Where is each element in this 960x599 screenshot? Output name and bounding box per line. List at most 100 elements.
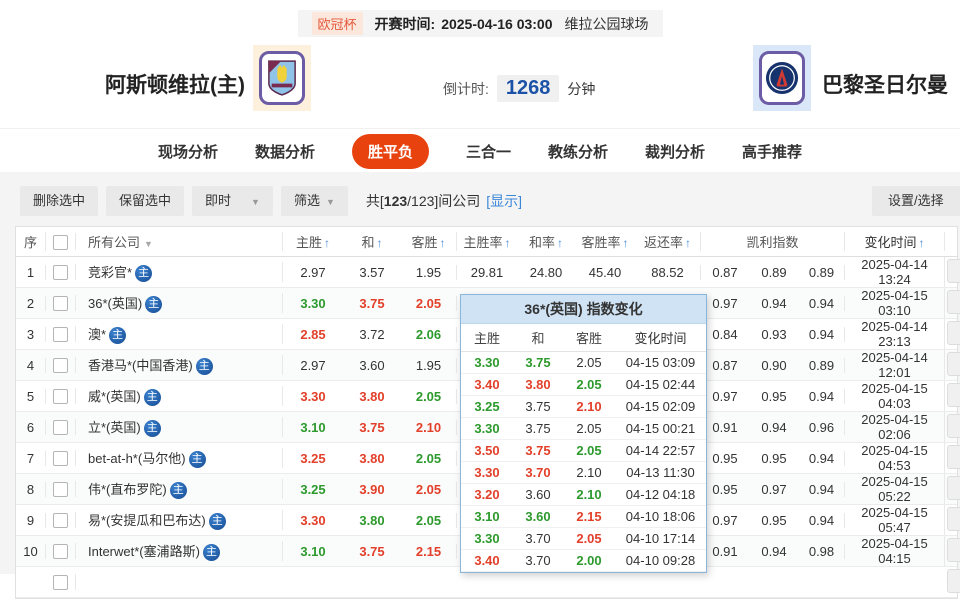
more-button[interactable] <box>947 321 960 345</box>
settings-button[interactable]: 设置/选择 <box>872 186 960 216</box>
home-odds: 3.10 <box>283 544 343 559</box>
popup-draw-odds: 3.75 <box>513 399 563 414</box>
tab-coach-analysis[interactable]: 教练分析 <box>548 141 608 162</box>
home-badge-icon: 主 <box>170 482 187 499</box>
away-odds: 2.05 <box>401 389 457 404</box>
row-checkbox[interactable] <box>53 420 68 435</box>
row-checkbox[interactable] <box>53 575 68 590</box>
home-badge-icon: 主 <box>145 296 162 313</box>
change-time: 2025-04-14 13:24 <box>845 257 945 287</box>
company-name[interactable]: 澳*主 <box>76 324 283 344</box>
row-checkbox[interactable] <box>53 482 68 497</box>
chevron-down-icon: ▼ <box>326 197 335 207</box>
popup-draw-odds: 3.75 <box>513 355 563 370</box>
more-button[interactable] <box>947 445 960 469</box>
col-home-odds[interactable]: 主胜↑ <box>283 232 343 251</box>
more-button[interactable] <box>947 476 960 500</box>
keep-selected-button[interactable]: 保留选中 <box>106 186 184 216</box>
company-name[interactable]: 36*(英国)主 <box>76 293 283 313</box>
row-index: 5 <box>16 389 46 404</box>
home-odds: 2.97 <box>283 358 343 373</box>
more-button[interactable] <box>947 259 960 283</box>
col-change-time[interactable]: 变化时间↑ <box>845 232 945 251</box>
popup-change-time: 04-10 17:14 <box>615 531 706 546</box>
row-checkbox[interactable] <box>53 544 68 559</box>
row-index: 9 <box>16 513 46 528</box>
company-name[interactable]: 易*(安提瓜和巴布达)主 <box>76 510 283 530</box>
kelly-draw: 0.94 <box>749 544 799 559</box>
company-name[interactable]: 威*(英国)主 <box>76 386 283 406</box>
company-name[interactable]: 立*(英国)主 <box>76 417 283 437</box>
popup-draw-odds: 3.60 <box>513 509 563 524</box>
draw-rate: 24.80 <box>517 265 575 280</box>
col-away-odds[interactable]: 客胜↑ <box>401 232 457 251</box>
row-checkbox[interactable] <box>53 389 68 404</box>
company-name[interactable]: 伟*(直布罗陀)主 <box>76 479 283 499</box>
home-badge-icon: 主 <box>109 327 126 344</box>
kelly-away: 0.94 <box>799 513 845 528</box>
draw-odds: 3.90 <box>343 482 401 497</box>
popup-change-time: 04-12 04:18 <box>615 487 706 502</box>
tab-win-draw-lose[interactable]: 胜平负 <box>352 134 429 169</box>
more-button[interactable] <box>947 569 960 593</box>
popup-draw-odds: 3.70 <box>513 553 563 568</box>
company-name[interactable]: bet-at-h*(马尔他)主 <box>76 448 283 468</box>
more-button[interactable] <box>947 290 960 314</box>
away-odds: 1.95 <box>401 265 457 280</box>
more-button[interactable] <box>947 507 960 531</box>
kelly-away: 0.89 <box>799 265 845 280</box>
col-draw-odds[interactable]: 和↑ <box>343 232 401 251</box>
kelly-home: 0.91 <box>701 420 749 435</box>
popup-draw-odds: 3.75 <box>513 443 563 458</box>
home-odds: 3.30 <box>283 389 343 404</box>
more-button[interactable] <box>947 352 960 376</box>
home-odds: 2.97 <box>283 265 343 280</box>
row-checkbox[interactable] <box>53 296 68 311</box>
chevron-down-icon: ▼ <box>144 239 153 249</box>
col-draw-rate[interactable]: 和率↑ <box>517 232 575 251</box>
company-name[interactable]: 香港马*(中国香港)主 <box>76 355 283 375</box>
row-checkbox[interactable] <box>53 265 68 280</box>
home-odds: 3.10 <box>283 420 343 435</box>
row-checkbox[interactable] <box>53 513 68 528</box>
popup-home-odds: 3.40 <box>461 553 513 568</box>
popup-home-odds: 3.20 <box>461 487 513 502</box>
more-button[interactable] <box>947 414 960 438</box>
tab-live-analysis[interactable]: 现场分析 <box>158 141 218 162</box>
company-name[interactable]: 竞彩官*主 <box>76 262 283 282</box>
row-checkbox[interactable] <box>53 327 68 342</box>
kickoff-label: 开赛时间: <box>375 14 436 34</box>
popup-home-odds: 3.50 <box>461 443 513 458</box>
sort-asc-icon: ↑ <box>505 236 511 250</box>
col-away-rate[interactable]: 客胜率↑ <box>575 232 635 251</box>
popup-body: 3.30 3.75 2.05 04-15 03:09 3.40 3.80 2.0… <box>461 352 706 572</box>
tab-data-analysis[interactable]: 数据分析 <box>255 141 315 162</box>
col-home-rate[interactable]: 主胜率↑ <box>457 232 517 251</box>
tab-expert-picks[interactable]: 高手推荐 <box>742 141 802 162</box>
home-badge-icon: 主 <box>196 358 213 375</box>
row-checkbox[interactable] <box>53 358 68 373</box>
sort-asc-icon: ↑ <box>377 236 383 250</box>
home-team-crest <box>253 45 311 111</box>
company-name[interactable]: Interwet*(塞浦路斯)主 <box>76 541 283 561</box>
col-payout-rate[interactable]: 返还率↑ <box>635 232 701 251</box>
popup-draw-odds: 3.70 <box>513 465 563 480</box>
filter-dropdown[interactable]: 筛选▼ <box>281 186 348 216</box>
show-link[interactable]: [显示] <box>486 191 522 211</box>
delete-selected-button[interactable]: 删除选中 <box>20 186 98 216</box>
away-odds: 1.95 <box>401 358 457 373</box>
more-button[interactable] <box>947 538 960 562</box>
popup-home-odds: 3.30 <box>461 421 513 436</box>
tab-referee-analysis[interactable]: 裁判分析 <box>645 141 705 162</box>
instant-dropdown[interactable]: 即时▼ <box>192 186 273 216</box>
change-time: 2025-04-15 02:06 <box>845 412 945 442</box>
more-button[interactable] <box>947 383 960 407</box>
col-company[interactable]: 所有公司▼ <box>76 232 283 251</box>
tab-three-in-one[interactable]: 三合一 <box>466 141 511 162</box>
row-checkbox[interactable] <box>53 451 68 466</box>
select-all-checkbox[interactable] <box>53 235 68 250</box>
payout-rate: 88.52 <box>635 265 701 280</box>
row-index: 3 <box>16 327 46 342</box>
popup-draw-odds: 3.80 <box>513 377 563 392</box>
popup-home-odds: 3.40 <box>461 377 513 392</box>
